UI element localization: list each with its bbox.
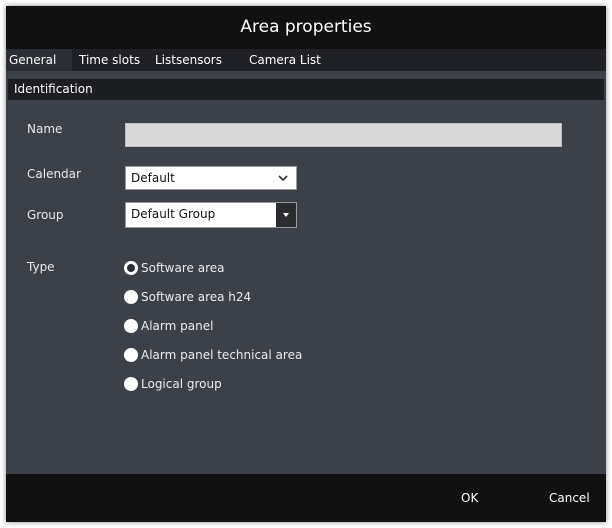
radio-unchecked-icon: [124, 319, 138, 333]
dialog-footer: OK Cancel: [6, 474, 606, 522]
identification-section-header: Identification: [8, 79, 604, 100]
radio-unchecked-icon: [124, 377, 138, 391]
tab-time-slots[interactable]: Time slots: [79, 49, 140, 71]
tab-camera-list[interactable]: Camera List: [249, 49, 321, 71]
tab-general[interactable]: General: [6, 49, 72, 71]
type-label: Type: [27, 260, 55, 274]
chevron-down-icon: [277, 167, 289, 189]
group-label: Group: [27, 208, 64, 222]
calendar-label: Calendar: [27, 167, 81, 181]
calendar-selected-value: Default: [131, 171, 175, 185]
radio-label: Logical group: [141, 377, 222, 391]
radio-label: Software area: [141, 261, 225, 275]
cancel-button[interactable]: Cancel: [549, 474, 590, 522]
dialog-title: Area properties: [6, 6, 606, 49]
tab-bar: General Time slots Listsensors Camera Li…: [6, 49, 606, 71]
calendar-select[interactable]: Default: [125, 166, 297, 190]
radio-unchecked-icon: [124, 348, 138, 362]
group-select[interactable]: Default Group: [125, 202, 297, 228]
name-input[interactable]: [125, 123, 562, 147]
area-properties-dialog: Area properties General Time slots Lists…: [6, 6, 606, 522]
radio-label: Alarm panel technical area: [141, 348, 303, 362]
tab-listsensors[interactable]: Listsensors: [155, 49, 222, 71]
ok-button[interactable]: OK: [461, 474, 478, 522]
group-selected-value: Default Group: [131, 207, 216, 221]
radio-label: Software area h24: [141, 290, 252, 304]
dropdown-arrow-icon[interactable]: [276, 203, 296, 227]
radio-unchecked-icon: [124, 290, 138, 304]
name-label: Name: [27, 122, 63, 136]
radio-checked-icon: [124, 261, 138, 275]
radio-label: Alarm panel: [141, 319, 214, 333]
